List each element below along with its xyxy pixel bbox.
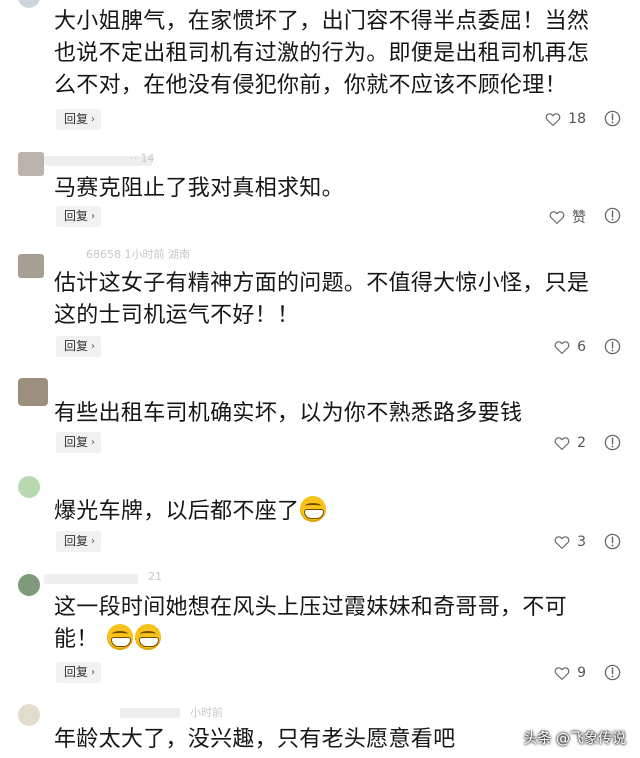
comment-text: 这一段时间她想在风头上压过霞妹妹和奇哥哥，不可 能！ [54,592,618,656]
watermark: 头条 @飞象传说 [523,731,626,747]
comment-meta: ·· 14 [130,152,155,165]
report-icon[interactable] [603,532,622,551]
chevron-right-icon: › [91,667,96,678]
username-blurred [120,708,180,718]
reply-label: 回复 [64,435,89,449]
like-button[interactable]: 18 [544,110,586,128]
avatar[interactable] [18,378,48,406]
like-button[interactable]: 赞 [548,207,586,227]
report-icon[interactable] [603,109,622,128]
comment-text: 爆光车牌，以后都不座了 [54,496,618,528]
like-count: 赞 [572,210,586,226]
chevron-right-icon: › [91,114,96,125]
avatar[interactable] [18,476,40,498]
heart-outline-icon [554,341,570,354]
like-count: 6 [577,339,586,355]
avatar[interactable] [18,254,44,278]
comment-meta: 小时前 [190,706,223,719]
like-count: 3 [577,534,586,550]
reply-button[interactable]: 回复 › [56,109,102,130]
avatar[interactable] [18,152,44,176]
chevron-right-icon: › [91,211,96,222]
reply-button[interactable]: 回复 › [56,336,102,357]
reply-button[interactable]: 回复 › [56,531,102,552]
comment-text: 大小姐脾气，在家惯坏了，出门容不得半点委屈！当然 也说不定出租司机有过激的行为。… [54,9,590,98]
grin-emoji-icon [134,624,161,650]
reply-label: 回复 [64,339,89,353]
comment-meta: 21 [148,570,162,583]
like-count: 2 [577,435,586,451]
comment-text: 估计这女子有精神方面的问题。不值得大惊小怪，只是 这的士司机运气不好！！ [54,271,590,328]
heart-outline-icon [554,667,570,680]
like-button[interactable]: 9 [553,664,586,682]
like-count: 18 [568,111,586,127]
like-button[interactable]: 6 [553,338,586,356]
chevron-right-icon: › [91,341,96,352]
comment-text: 有些出租车司机确实坏，以为你不熟悉路多要钱 [54,401,523,426]
reply-label: 回复 [64,665,89,679]
reply-button[interactable]: 回复 › [56,432,102,453]
like-button[interactable]: 3 [553,533,586,551]
comment-text: 马赛克阻止了我对真相求知。 [54,176,344,201]
heart-outline-icon [554,536,570,549]
avatar[interactable] [18,704,40,726]
grin-emoji-icon [300,496,327,522]
reply-button[interactable]: 回复 › [56,662,102,683]
heart-outline-icon [545,113,561,126]
avatar[interactable] [18,574,40,596]
report-icon[interactable] [603,206,622,225]
like-count: 9 [577,665,586,681]
like-button[interactable]: 2 [553,434,586,452]
chevron-right-icon: › [91,437,96,448]
chevron-right-icon: › [91,536,96,547]
heart-outline-icon [554,437,570,450]
report-icon[interactable] [603,433,622,452]
username-blurred [44,574,138,584]
reply-label: 回复 [64,209,89,223]
reply-label: 回复 [64,534,89,548]
avatar[interactable] [18,0,40,8]
grin-emoji-icon [106,624,133,650]
comment-text-body: 爆光车牌，以后都不座了 [54,499,300,524]
reply-label: 回复 [64,112,89,126]
reply-button[interactable]: 回复 › [56,206,102,227]
report-icon[interactable] [603,337,622,356]
report-icon[interactable] [603,663,622,682]
comment-meta: 68658 1小时前 湖南 [86,248,190,261]
heart-outline-icon [549,211,565,224]
